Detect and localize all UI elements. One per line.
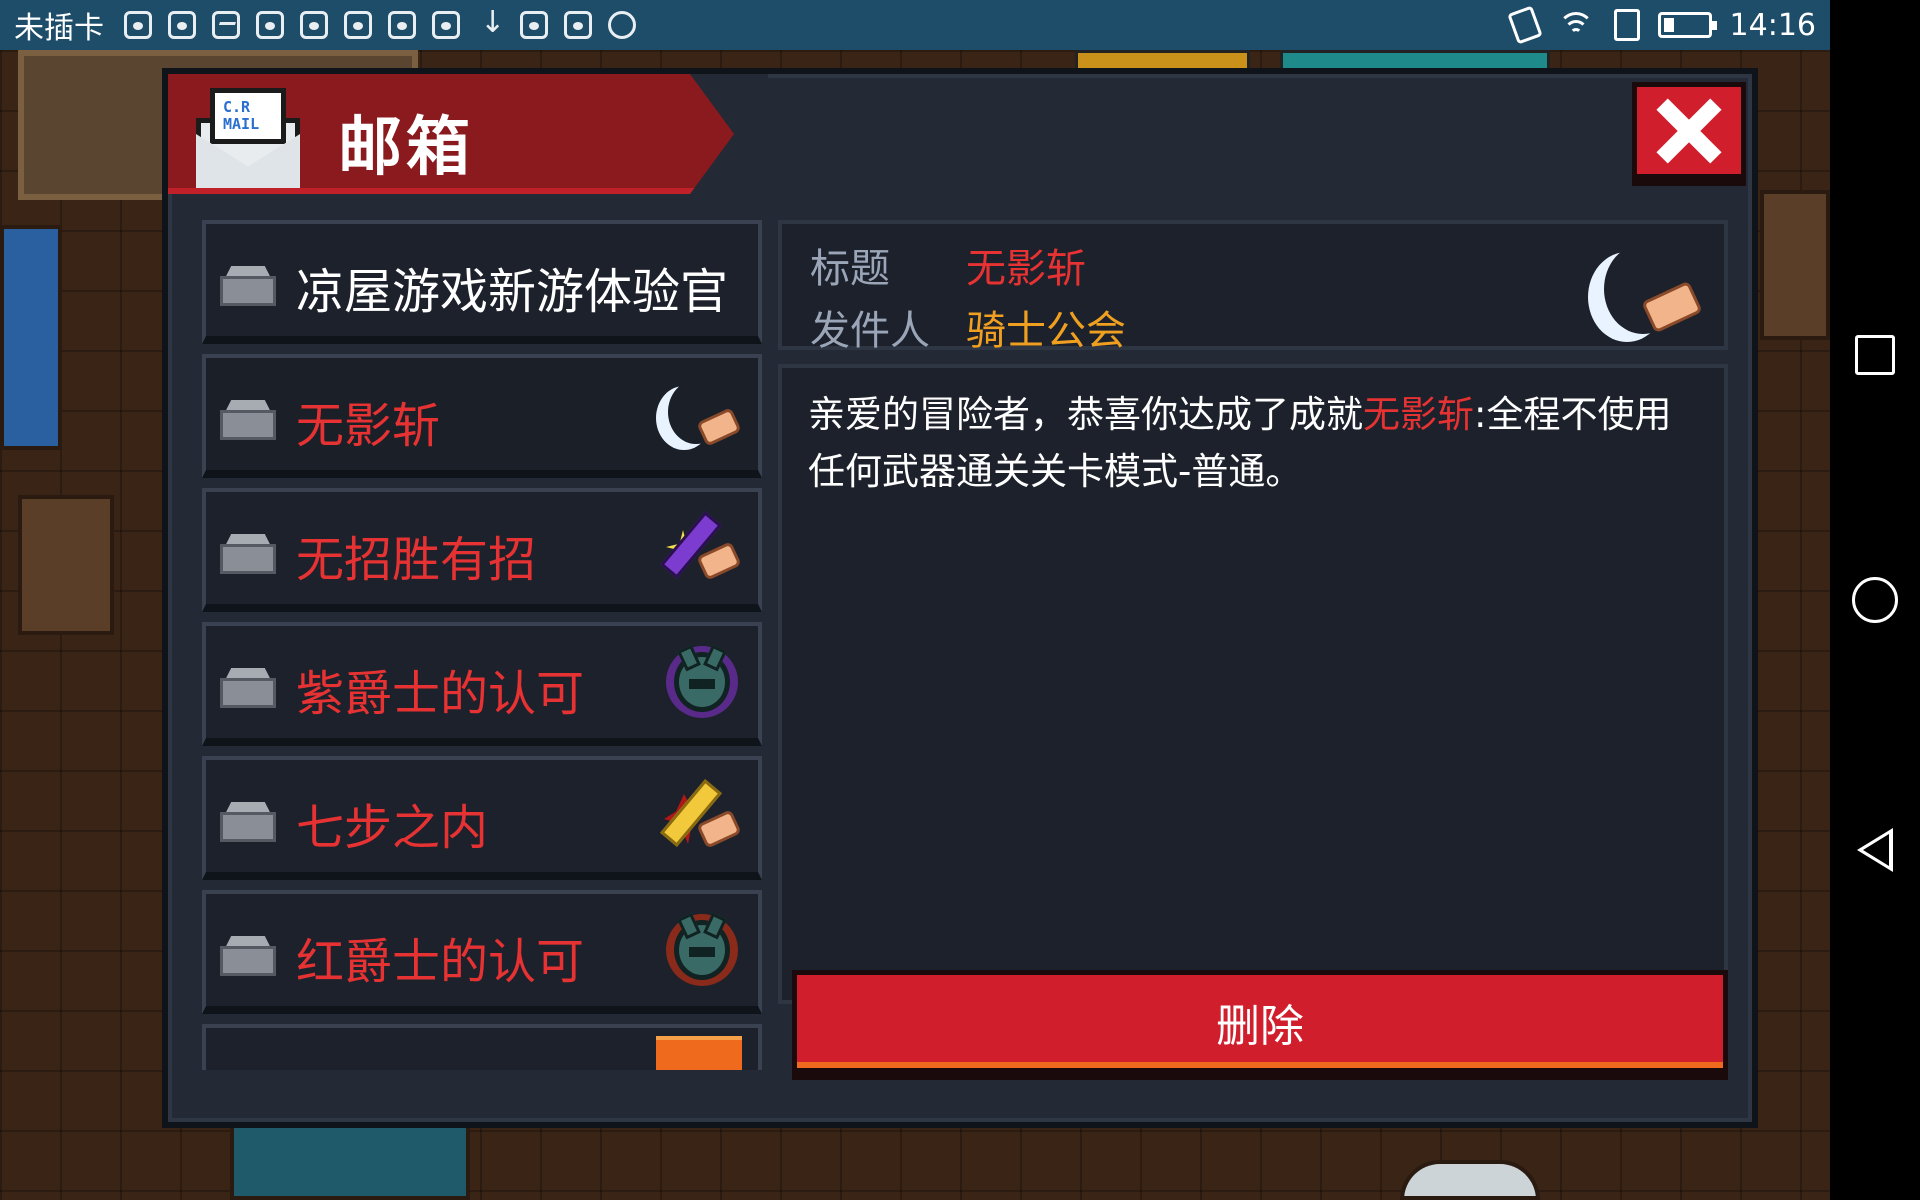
title-banner: C.R MAIL 邮箱 (168, 74, 768, 194)
paw-icon (432, 11, 460, 39)
wall-poster (0, 225, 62, 450)
moon-hand-icon (662, 376, 742, 456)
clock: 14:16 (1729, 7, 1816, 43)
mail-item[interactable]: 凉屋游戏新游体验官 (202, 220, 762, 344)
mail-envelope-icon: C.R MAIL (196, 88, 300, 188)
paw-icon (344, 11, 372, 39)
mail-item[interactable]: 七步之内 (202, 756, 762, 880)
red-knight-helmet-icon (662, 912, 742, 992)
battery-icon (1657, 12, 1717, 38)
bg-furniture (230, 1120, 470, 1200)
sim-icon (1613, 9, 1640, 41)
circle-icon (1852, 577, 1898, 623)
paw-icon (124, 11, 152, 39)
mail-item[interactable]: 人生就是不断地 (202, 1024, 762, 1070)
delete-button[interactable]: 删除 (792, 970, 1728, 1080)
status-bar: 未插卡 14:16 (0, 0, 1830, 50)
vibrate-icon (1506, 5, 1543, 45)
huawei-icon (608, 11, 636, 39)
back-button[interactable] (1830, 805, 1920, 895)
download-icon (476, 5, 505, 40)
delete-button-label: 删除 (1216, 1000, 1304, 1052)
mail-item[interactable]: 紫爵士的认可 (202, 622, 762, 746)
mail-item-label: 人生就是不断地 (296, 1056, 632, 1070)
mail-item-label: 紫爵士的认可 (296, 666, 585, 722)
purple-knight-helmet-icon (662, 644, 742, 724)
wall-deco (1760, 190, 1830, 340)
title-label: 标题 (810, 246, 890, 292)
envelope-icon (220, 534, 276, 574)
mail-item-label: 红爵士的认可 (296, 934, 585, 990)
orange-box-icon (656, 1036, 742, 1070)
mail-message: 亲爱的冒险者，恭喜你达成了成就无影斩:全程不使用任何武器通关关卡模式-普通。 (808, 386, 1698, 500)
gold-sword-blood-icon (660, 778, 742, 858)
mailbox-window: C.R MAIL 邮箱 凉屋游戏新游体验官 无影斩 无招胜有招 紫爵士的认可 七… (162, 68, 1758, 1128)
moon-hand-icon (1596, 238, 1706, 348)
paw-icon (256, 11, 284, 39)
envelope-icon (220, 400, 276, 440)
achievement-name: 无影斩 (1363, 393, 1474, 436)
image-icon (212, 11, 240, 39)
envelope-icon (220, 936, 276, 976)
paw-icon (564, 11, 592, 39)
mail-item[interactable]: 红爵士的认可 (202, 890, 762, 1014)
mail-item-label: 无招胜有招 (296, 532, 537, 588)
back-triangle-icon (1857, 828, 1893, 872)
mail-item-label: 无影斩 (296, 398, 441, 454)
square-icon (1855, 335, 1895, 375)
mail-list[interactable]: 凉屋游戏新游体验官 无影斩 无招胜有招 紫爵士的认可 七步之内 红爵士的认可 (202, 220, 762, 1070)
window-title: 邮箱 (338, 111, 474, 185)
treasure-chest (18, 495, 114, 635)
paw-icon (168, 11, 196, 39)
sword-hand-icon (660, 510, 742, 590)
mail-item-label: 七步之内 (296, 800, 489, 856)
mail-item[interactable]: 无影斩 (202, 354, 762, 478)
paw-icon (300, 11, 328, 39)
navigation-bar (1830, 0, 1920, 1200)
paw-icon (520, 11, 548, 39)
message-prefix: 亲爱的冒险者，恭喜你达成了成就 (808, 393, 1363, 436)
bg-object (1400, 1160, 1540, 1200)
mail-item-label: 凉屋游戏新游体验官 (296, 264, 729, 320)
carrier-label: 未插卡 (14, 11, 104, 46)
envelope-icon (220, 802, 276, 842)
home-button[interactable] (1830, 555, 1920, 645)
mail-detail-body: 亲爱的冒险者，恭喜你达成了成就无影斩:全程不使用任何武器通关关卡模式-普通。 (778, 364, 1728, 1004)
recents-button[interactable] (1830, 310, 1920, 400)
close-button[interactable] (1632, 82, 1746, 186)
mail-detail-header: 标题 无影斩 发件人 骑士公会 (778, 220, 1728, 354)
envelope-icon (220, 668, 276, 708)
paw-icon (388, 11, 416, 39)
sender-label: 发件人 (810, 308, 930, 354)
envelope-icon (220, 266, 276, 306)
title-value: 无影斩 (966, 246, 1086, 292)
sender-value: 骑士公会 (966, 308, 1126, 354)
wifi-icon (1556, 10, 1596, 40)
mail-item[interactable]: 无招胜有招 (202, 488, 762, 612)
